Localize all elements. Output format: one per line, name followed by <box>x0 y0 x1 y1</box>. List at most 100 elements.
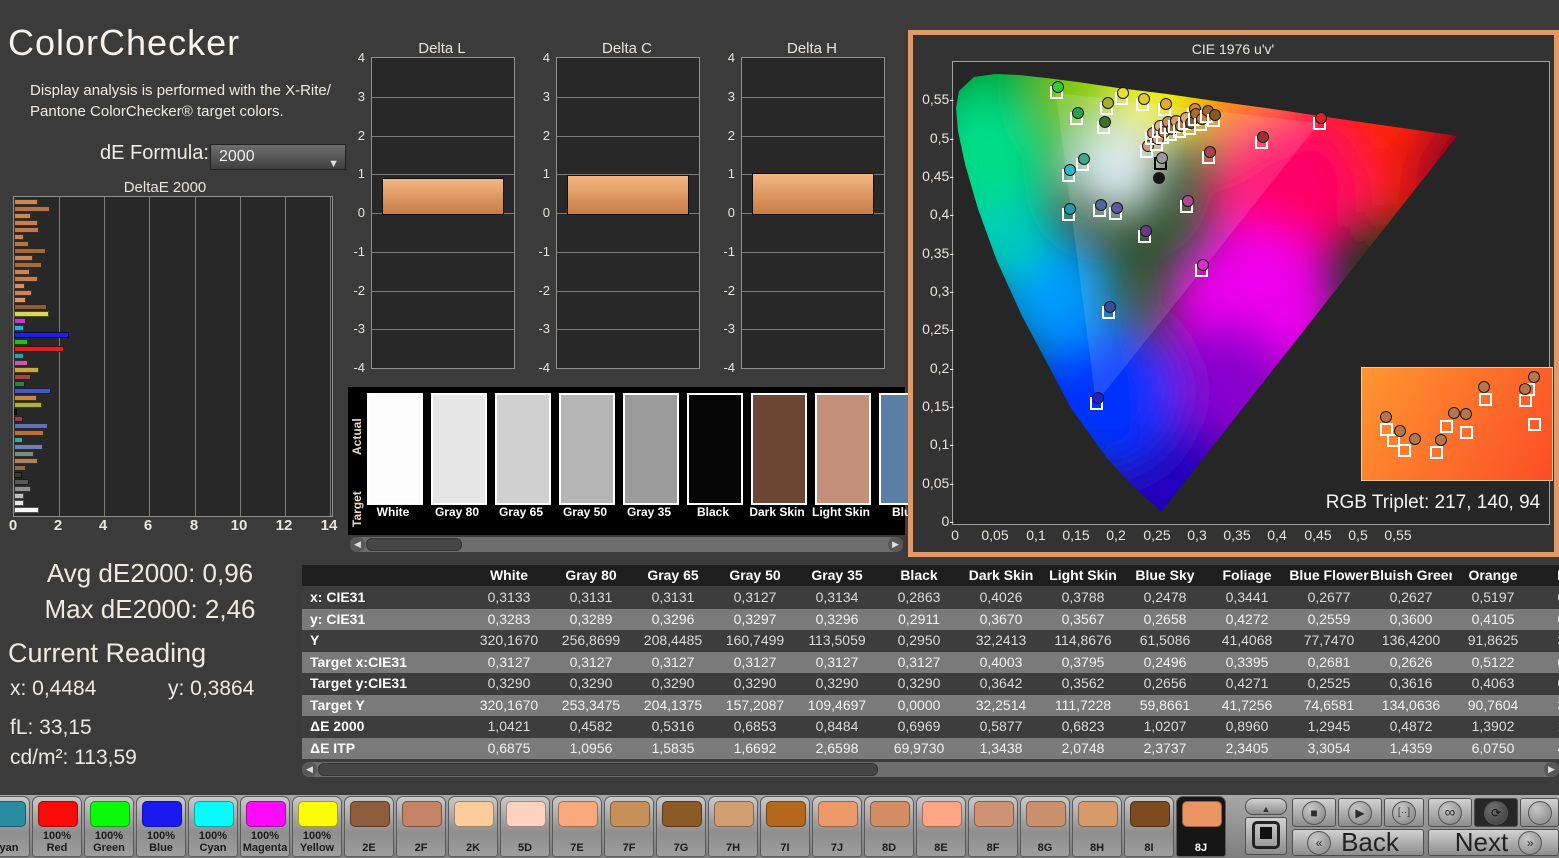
patch-button-100blue[interactable]: 100% Blue <box>136 796 186 857</box>
patch-button-5d[interactable]: 5D <box>500 796 550 857</box>
patch-label: 7E <box>570 842 584 854</box>
deltae-bar <box>14 507 39 513</box>
swatch-light-skin <box>815 393 871 505</box>
axis-tick-label: 4 <box>357 50 365 65</box>
pattern-window-button[interactable] <box>1245 817 1287 855</box>
patch-button-2k[interactable]: 2K <box>448 796 498 857</box>
axis-tick-label: 0,25- <box>922 321 954 337</box>
patch-button-8d[interactable]: 8D <box>864 796 914 857</box>
axis-tick-label: -2 <box>723 283 735 298</box>
cie-measured-dot <box>1095 199 1107 211</box>
axis-tick-label: 0,15- <box>922 398 954 414</box>
patch-button-100red[interactable]: 100% Red <box>32 796 82 857</box>
swatch-scroll-thumb[interactable] <box>366 538 462 551</box>
cie-zoom-inset <box>1361 367 1553 481</box>
pattern-button[interactable]: [··] <box>1384 798 1424 827</box>
patch-button-100cyan[interactable]: 100% Cyan <box>188 796 238 857</box>
gridline <box>149 197 150 516</box>
table-cell: 0,192 <box>1534 673 1559 694</box>
spinner-up-button[interactable]: ▲ <box>1245 798 1287 815</box>
table-cell: 32,2413 <box>975 632 1027 648</box>
patch-label: 8E <box>934 842 948 854</box>
table-cell: 0,4582 <box>569 718 613 734</box>
table-cell: 1,4359 <box>1389 739 1433 756</box>
patch-button-8h[interactable]: 8H <box>1072 796 1122 857</box>
cie-measured-dot <box>1138 93 1150 105</box>
table-cell: 0,193 <box>1534 609 1559 630</box>
table-cell: 320,1670 <box>479 696 539 713</box>
chevron-right-icon: » <box>1518 830 1543 855</box>
gridline <box>557 291 699 292</box>
table-row-label: y: CIE31 <box>310 610 366 627</box>
patch-button-cyan[interactable]: Cyan <box>0 796 30 857</box>
patch-color-chip <box>1026 801 1066 827</box>
patch-color-chip <box>1130 801 1170 827</box>
current-fl: fL: 33,15 <box>10 716 92 739</box>
cie-measured-dot <box>1153 172 1165 184</box>
patch-button-8i[interactable]: 8I <box>1124 796 1174 857</box>
patch-button-100green[interactable]: 100% Green <box>84 796 134 857</box>
gridline <box>557 97 699 98</box>
patch-button-7i[interactable]: 7I <box>760 796 810 857</box>
axis-tick-label: 0,35- <box>922 245 954 261</box>
table-cell: 1,0207 <box>1143 718 1187 734</box>
swatch-scrollbar[interactable]: ◀ ▶ <box>350 537 903 552</box>
table-scroll-thumb[interactable] <box>318 763 878 776</box>
table-row: ΔE 2000 1,0421 0,4582 0,5316 0,6853 0,8484 0,6… <box>302 716 1559 737</box>
continuous-button[interactable]: ∞ <box>1428 798 1472 827</box>
patch-button-7j[interactable]: 7J <box>812 796 862 857</box>
deltae-bar <box>14 262 42 268</box>
scroll-right-icon[interactable]: ▶ <box>1544 762 1559 777</box>
table-cell: 0,6823 <box>1061 718 1105 734</box>
scroll-left-icon[interactable]: ◀ <box>302 762 317 777</box>
patch-button-100yellow[interactable]: 100% Yellow <box>292 796 342 857</box>
patch-button-100magenta[interactable]: 100% Magenta <box>240 796 290 857</box>
patch-button-7e[interactable]: 7E <box>552 796 602 857</box>
table-cell: 0,3289 <box>569 610 613 627</box>
max-de2000: Max dE2000: 2,46 <box>44 594 256 624</box>
patch-button-8f[interactable]: 8F <box>968 796 1018 857</box>
de-formula-value: 2000 <box>219 148 255 165</box>
table-cell: 157,2087 <box>725 696 785 713</box>
patch-button-7g[interactable]: 7G <box>656 796 706 857</box>
patch-button-8e[interactable]: 8E <box>916 796 966 857</box>
back-button[interactable]: « Back <box>1292 829 1424 856</box>
loop-button[interactable]: ⟳ <box>1474 798 1518 827</box>
gridline <box>240 197 241 516</box>
table-scrollbar[interactable]: ◀ ▶ <box>302 762 1559 777</box>
cie-inset-dot <box>1460 408 1472 420</box>
patch-button-8j[interactable]: 8J <box>1176 796 1226 857</box>
patch-button-2e[interactable]: 2E <box>344 796 394 857</box>
cie-inset-dot <box>1519 383 1531 395</box>
blank-button[interactable] <box>1520 798 1559 827</box>
gridline <box>742 252 884 253</box>
deltae-bar <box>14 227 39 233</box>
deltae-bar <box>14 276 38 282</box>
de-formula-dropdown[interactable]: 2000 ▼ <box>210 144 346 170</box>
deltae-bar <box>14 423 48 429</box>
patch-button-7h[interactable]: 7H <box>708 796 758 857</box>
cie-measured-dot <box>1156 152 1168 164</box>
axis-tick-label: 1 <box>727 166 735 181</box>
deltae-bar <box>14 199 38 205</box>
patch-button-7f[interactable]: 7F <box>604 796 654 857</box>
scroll-left-icon[interactable]: ◀ <box>350 537 365 552</box>
patch-button-8g[interactable]: 8G <box>1020 796 1070 857</box>
table-header-cell: Dark Skin <box>968 567 1034 583</box>
scroll-right-icon[interactable]: ▶ <box>888 537 903 552</box>
stop-button[interactable]: ■ <box>1292 798 1336 827</box>
cie-measured-dot <box>1197 259 1209 271</box>
table-cell: 0,3670 <box>979 610 1023 627</box>
patch-button-2f[interactable]: 2F <box>396 796 446 857</box>
play-button[interactable]: ▶ <box>1338 798 1382 827</box>
deltae-bar <box>14 297 26 303</box>
cie-chart-title: CIE 1976 u'v' <box>1191 41 1275 57</box>
next-button[interactable]: Next » <box>1428 829 1559 856</box>
cie-inset-dot <box>1478 381 1490 393</box>
cie-measured-dot <box>1102 97 1114 109</box>
actual-label: Actual <box>350 418 364 455</box>
patch-label: 8D <box>881 842 897 854</box>
deltae-bar <box>14 290 32 296</box>
patch-color-chip <box>90 801 130 827</box>
patch-label: 5D <box>517 842 533 854</box>
